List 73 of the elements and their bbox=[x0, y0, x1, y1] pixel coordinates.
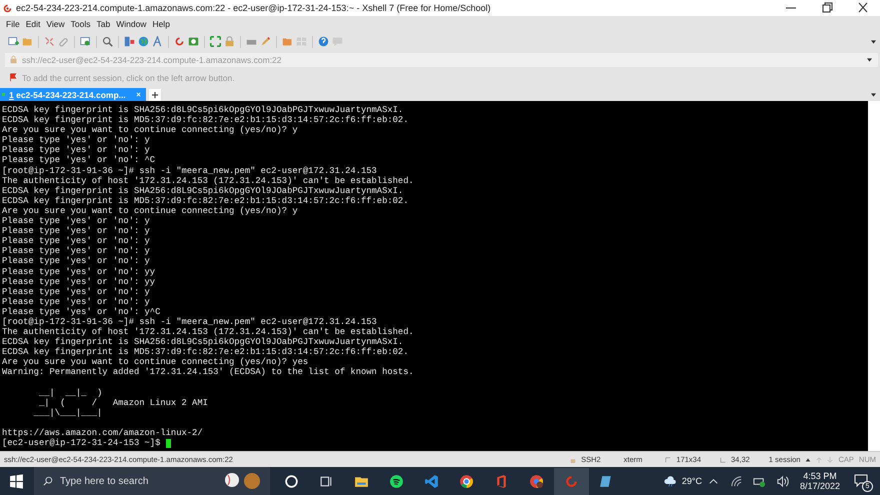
terminal-line: Please type 'yes' or 'no': yy bbox=[2, 276, 156, 287]
session-settings-icon[interactable] bbox=[80, 36, 91, 47]
terminal-line: Please type 'yes' or 'no': y bbox=[2, 256, 150, 266]
menu-item[interactable]: Help bbox=[152, 18, 170, 28]
caret-icon[interactable] bbox=[867, 58, 872, 62]
new-session-icon[interactable] bbox=[8, 36, 19, 47]
menu-item[interactable]: Tab bbox=[96, 18, 110, 28]
shell-prompt: [ec2-user@ip-172-31-24-153 ~]$ bbox=[2, 438, 162, 448]
terminal-line: Are you sure you want to continue connecting (yes/no)? y bbox=[2, 206, 298, 216]
terminal-line: Please type 'yes' or 'no': y bbox=[2, 226, 150, 236]
terminal-line: Please type 'yes' or 'no': y bbox=[2, 145, 150, 156]
banner-line: ___|\___|___| bbox=[32, 408, 102, 418]
menu-item[interactable]: Edit bbox=[26, 18, 40, 28]
clock-date[interactable]: 8/17/2022 bbox=[800, 481, 840, 491]
new-tab-button[interactable] bbox=[148, 88, 161, 100]
globe-icon[interactable] bbox=[138, 36, 149, 47]
app-logo-icon bbox=[3, 4, 12, 12]
font-icon[interactable] bbox=[152, 36, 163, 47]
terminal-line: ECDSA key fingerprint is SHA256:d8L9Cs5pi6kOpgGYOl9JOabPGJTxwuwJuartynmASxI. bbox=[2, 105, 404, 116]
terminal-line: Please type 'yes' or 'no': y bbox=[2, 286, 150, 297]
caret-icon[interactable] bbox=[805, 456, 812, 462]
banner-line: _| ( / Amazon Linux 2 AMI bbox=[38, 398, 208, 408]
terminal-line: Please type 'yes' or 'no': y bbox=[2, 296, 150, 307]
search-icon[interactable] bbox=[102, 36, 113, 47]
clock-time[interactable]: 4:53 PM bbox=[803, 471, 837, 481]
plus-icon bbox=[150, 90, 159, 98]
lock-icon bbox=[9, 55, 18, 64]
pen-icon[interactable] bbox=[260, 36, 271, 47]
menu-item[interactable]: Window bbox=[116, 18, 146, 28]
terminal-line: Please type 'yes' or 'no': y bbox=[2, 246, 150, 256]
caret-icon[interactable] bbox=[871, 40, 876, 44]
terminal-line: Please type 'yes' or 'no': y bbox=[2, 135, 150, 146]
bookmark-icon[interactable] bbox=[9, 73, 18, 82]
menu-item[interactable]: Tools bbox=[70, 18, 90, 28]
disconnect-icon[interactable] bbox=[44, 36, 55, 47]
terminal-line: ECDSA key fingerprint is MD5:37:d9:fc:82:7e:e2:b1:15:d3:14:57:2c:f6:ff:eb:02. bbox=[2, 115, 408, 126]
lock-icon bbox=[570, 456, 576, 462]
terminal-line: Warning: Permanently added '172.31.24.153' (ECDSA) to the list of known hosts. bbox=[2, 367, 414, 378]
terminal-line: ECDSA key fingerprint is SHA256:d8L9Cs5pi6kOpgGYOl9JOabPGJTxwuwJuartynmASxI. bbox=[2, 337, 404, 348]
resize-icon bbox=[665, 456, 672, 462]
terminal-line: Please type 'yes' or 'no': y^C bbox=[2, 306, 160, 317]
terminal-line: ECDSA key fingerprint is SHA256:d8L9Cs5pi6kOpgGYOl9JOabPGJTxwuwJuartynmASxI. bbox=[2, 186, 404, 196]
menu-item[interactable]: View bbox=[46, 18, 65, 28]
terminal-line: Please type 'yes' or 'no': y bbox=[2, 216, 150, 226]
caret-icon[interactable] bbox=[871, 92, 876, 96]
cursor-position-icon bbox=[720, 456, 726, 462]
search-icon bbox=[43, 476, 53, 486]
close-tab-icon[interactable] bbox=[136, 92, 141, 97]
menu-item[interactable]: File bbox=[6, 18, 20, 28]
terminal-line: Are you sure you want to continue connecting (yes/no)? yes bbox=[2, 357, 308, 368]
scrollbar[interactable] bbox=[868, 101, 880, 451]
address-text: ssh://ec2-user@ec2-54-234-223-214.compute-1.amazonaws.com:22 bbox=[22, 54, 282, 64]
terminal-line: Please type 'yes' or 'no': ^C bbox=[2, 155, 156, 166]
hint-text: To add the current session, click on the left arrow button. bbox=[22, 72, 235, 82]
terminal-pane[interactable] bbox=[0, 101, 868, 451]
window-title: ec2-54-234-223-214.compute-1.amazonaws.com:22 - ec2-user@ip-172-31-24-153:~ - Xshell 7 (Free for Home/School) bbox=[16, 3, 491, 13]
terminal-line: The authenticity of host '172.31.24.153 (172.31.24.153)' can't be established. bbox=[2, 327, 414, 338]
chat-bubble-icon bbox=[854, 473, 868, 487]
fullscreen-icon[interactable] bbox=[210, 36, 221, 47]
terminal-line: [root@ip-172-31-91-36 ~]# ssh -i "meera_new.pem" ec2-user@172.31.24.153 bbox=[2, 166, 377, 176]
cursor-icon bbox=[166, 438, 171, 448]
terminal-line: https://aws.amazon.com/amazon-linux-2/ bbox=[2, 428, 203, 438]
terminal-line: ECDSA key fingerprint is MD5:37:d9:fc:82:7e:e2:b1:15:d3:14:57:2c:f6:ff:eb:02. bbox=[2, 196, 408, 206]
terminal-line: Please type 'yes' or 'no': y bbox=[2, 236, 150, 246]
banner-line: __| __|_ ) bbox=[38, 388, 102, 398]
terminal-line: The authenticity of host '172.31.24.153 (172.31.24.153)' can't be established. bbox=[2, 176, 414, 186]
terminal-line: ECDSA key fingerprint is MD5:37:d9:fc:82:7e:e2:b1:15:d3:14:57:2c:f6:ff:eb:02. bbox=[2, 347, 408, 358]
terminal-line: [root@ip-172-31-91-36 ~]# ssh -i "meera_new.pem" ec2-user@172.31.24.153 bbox=[2, 316, 377, 328]
taskbar-search-field[interactable]: Type here to search bbox=[34, 467, 270, 495]
weather-temperature[interactable]: 29°C bbox=[682, 476, 702, 486]
terminal-line: Are you sure you want to continue connecting (yes/no)? y bbox=[2, 125, 298, 136]
terminal-line: Please type 'yes' or 'no': yy bbox=[2, 266, 156, 277]
help-icon[interactable] bbox=[318, 36, 329, 47]
